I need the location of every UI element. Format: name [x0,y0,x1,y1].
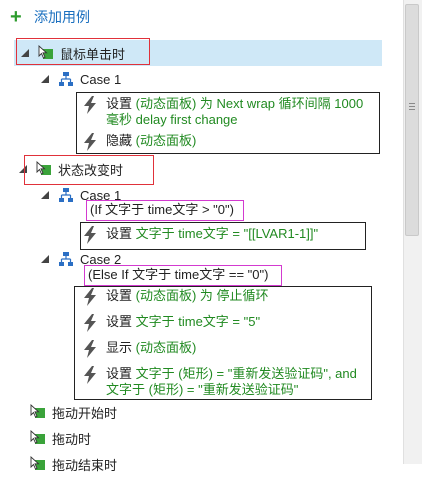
lightning-icon [84,96,96,114]
action-detail: 文字于 time文字 = "[[LVAR1-1]]" [135,226,319,241]
action-item[interactable]: 设置 文字于 time文字 = "[[LVAR1-1]]" [82,226,318,244]
scrollbar-thumb[interactable] [405,4,419,236]
case-tree-icon [59,252,73,266]
expand-triangle-icon[interactable] [40,190,50,200]
case-row[interactable]: Case 1 [40,66,121,92]
action-detail: (动态面板) [135,340,197,355]
scrollbar-grip-icon [409,103,415,112]
lightning-icon [84,288,96,306]
action-item[interactable]: 设置 (动态面板) 为 Next wrap 循环间隔 1000 毫秒 delay… [82,96,372,128]
expand-triangle-icon[interactable] [40,254,50,264]
action-item[interactable]: 设置 (动态面板) 为 停止循环 [82,288,269,306]
action-verb: 设置 [106,314,133,329]
case-tree-icon [59,188,73,202]
action-detail: 文字于 (矩形) = "重新发送验证码", and [135,366,357,381]
add-case-button[interactable]: + 添加用例 [10,6,90,28]
event-label: 拖动结束时 [52,457,118,473]
action-item[interactable]: 隐藏 (动态面板) [82,133,196,151]
action-verb: 设置 [106,366,133,381]
action-item[interactable]: 设置 文字于 (矩形) = "重新发送验证码", and 文字于 (矩形) = … [82,366,368,398]
action-detail: 文字于 time文字 = "5" [135,314,261,329]
action-verb: 设置 [106,96,133,111]
action-detail: (动态面板) 为 停止循环 [135,288,269,303]
annotation-red-box [24,155,154,185]
case-condition: (Else If 文字于 time文字 == "0") [88,267,269,282]
action-verb: 设置 [106,226,133,241]
lightning-icon [84,226,96,244]
action-verb: 显示 [106,340,133,355]
lightning-icon [84,340,96,358]
case-tree-icon [59,72,73,86]
action-detail-cont: 毫秒 delay first change [106,112,238,127]
case-label: Case 1 [80,71,122,87]
event-ondragstart[interactable]: 拖动开始时 [30,399,117,425]
cursor-click-icon [30,430,45,444]
event-label: 拖动开始时 [52,405,118,421]
action-item[interactable]: 显示 (动态面板) [82,340,196,358]
event-ondragend[interactable]: 拖动结束时 [30,451,117,477]
lightning-icon [84,366,96,384]
event-label: 拖动时 [52,431,92,447]
event-ondrag[interactable]: 拖动时 [30,425,91,451]
action-item[interactable]: 设置 文字于 time文字 = "5" [82,314,260,332]
add-case-label: 添加用例 [34,9,90,25]
annotation-red-box [16,38,150,65]
lightning-icon [84,314,96,332]
action-verb: 设置 [106,288,133,303]
plus-icon: + [10,6,22,28]
cursor-click-icon [30,456,45,470]
action-verb: 隐藏 [106,133,133,148]
cursor-click-icon [30,404,45,418]
action-detail: (动态面板) 为 Next wrap 循环间隔 1000 [135,96,364,111]
case-condition: (If 文字于 time文字 > "0") [90,202,234,217]
expand-triangle-icon[interactable] [40,74,50,84]
action-detail-cont: 文字于 (矩形) = "重新发送验证码" [106,382,299,397]
action-detail: (动态面板) [135,133,197,148]
lightning-icon [84,133,96,151]
